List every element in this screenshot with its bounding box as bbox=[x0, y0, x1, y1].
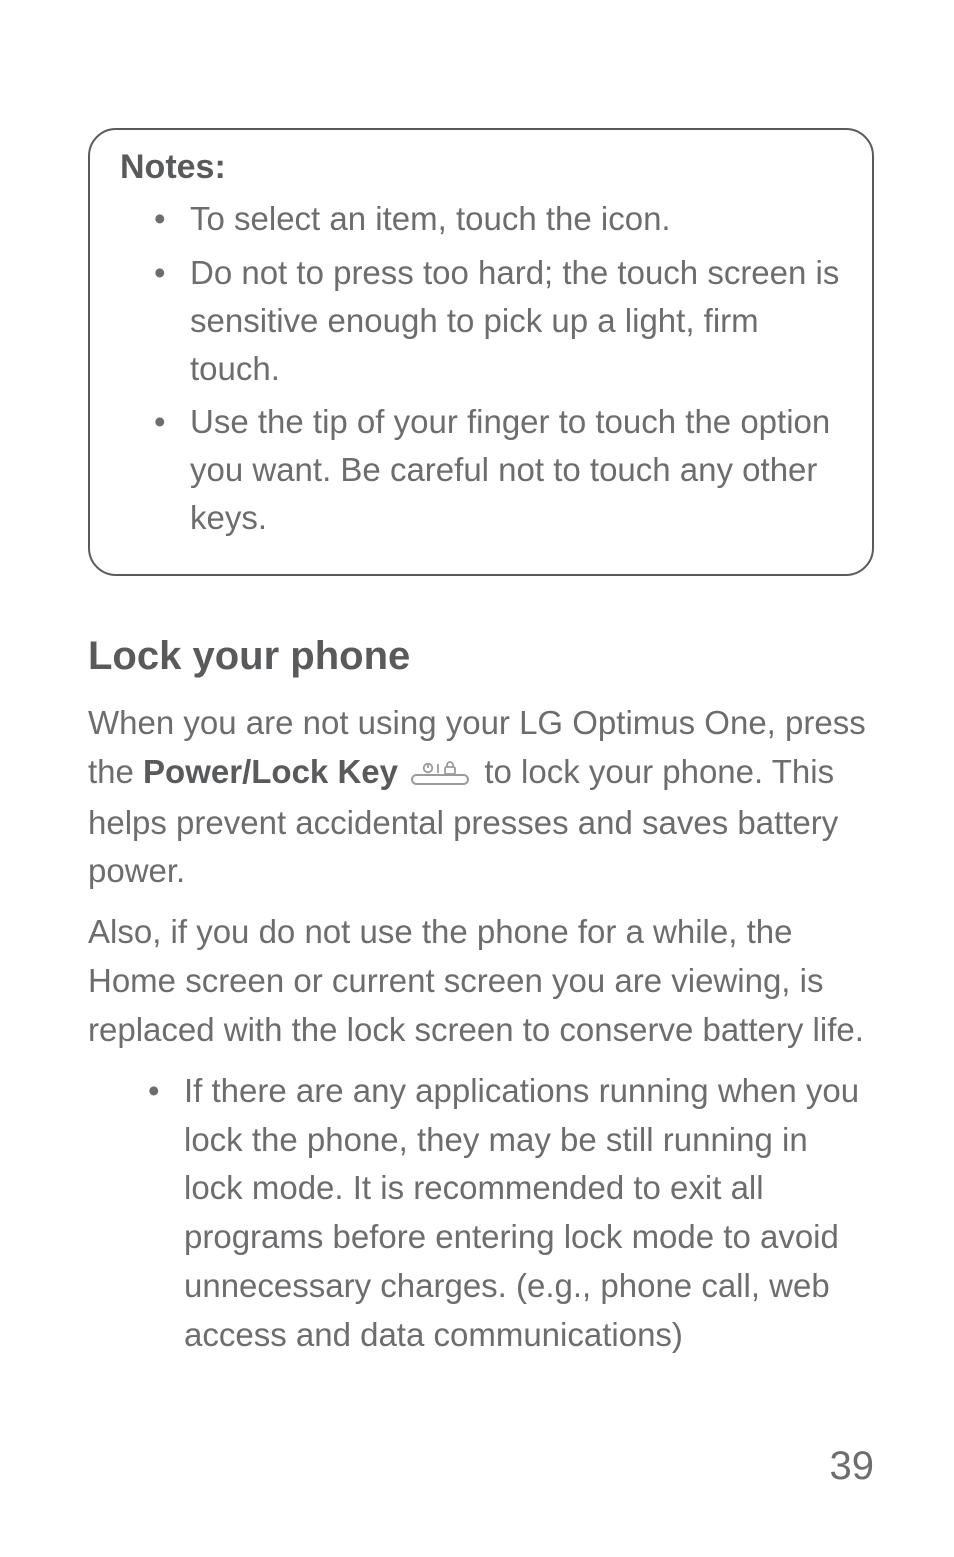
notes-item: To select an item, touch the icon. bbox=[120, 195, 848, 243]
notes-item: Do not to press too hard; the touch scre… bbox=[120, 249, 848, 393]
notes-list: To select an item, touch the icon. Do no… bbox=[120, 195, 848, 542]
power-lock-key-icon bbox=[411, 750, 469, 799]
notes-title: Notes: bbox=[120, 148, 848, 187]
body-bullet-list: If there are any applications running wh… bbox=[88, 1067, 874, 1360]
power-lock-key-label: Power/Lock Key bbox=[143, 753, 398, 790]
paragraph: When you are not using your LG Optimus O… bbox=[88, 699, 874, 896]
notes-box: Notes: To select an item, touch the icon… bbox=[88, 128, 874, 576]
page-number: 39 bbox=[830, 1444, 875, 1489]
notes-item: Use the tip of your finger to touch the … bbox=[120, 398, 848, 542]
section-heading: Lock your phone bbox=[88, 634, 874, 679]
paragraph: Also, if you do not use the phone for a … bbox=[88, 908, 874, 1054]
list-item: If there are any applications running wh… bbox=[88, 1067, 874, 1360]
